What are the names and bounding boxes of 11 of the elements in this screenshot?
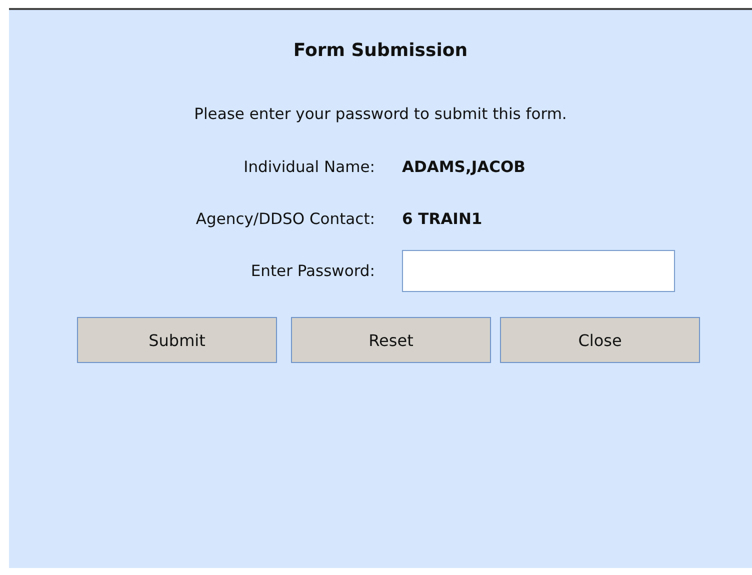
field-label: Individual Name: <box>244 158 375 176</box>
submit-button[interactable]: Submit <box>77 317 277 363</box>
instruction-text: Please enter your password to submit this form. <box>194 105 567 123</box>
field-value: ADAMS,JACOB <box>402 158 526 176</box>
reset-button[interactable]: Reset <box>291 317 491 363</box>
field-label: Agency/DDSO Contact: <box>196 210 375 228</box>
dialog-title: Form Submission <box>293 40 468 61</box>
close-button[interactable]: Close <box>500 317 700 363</box>
field-label: Enter Password: <box>250 262 375 280</box>
password-field[interactable] <box>402 250 675 292</box>
field-value: 6 TRAIN1 <box>402 210 482 228</box>
